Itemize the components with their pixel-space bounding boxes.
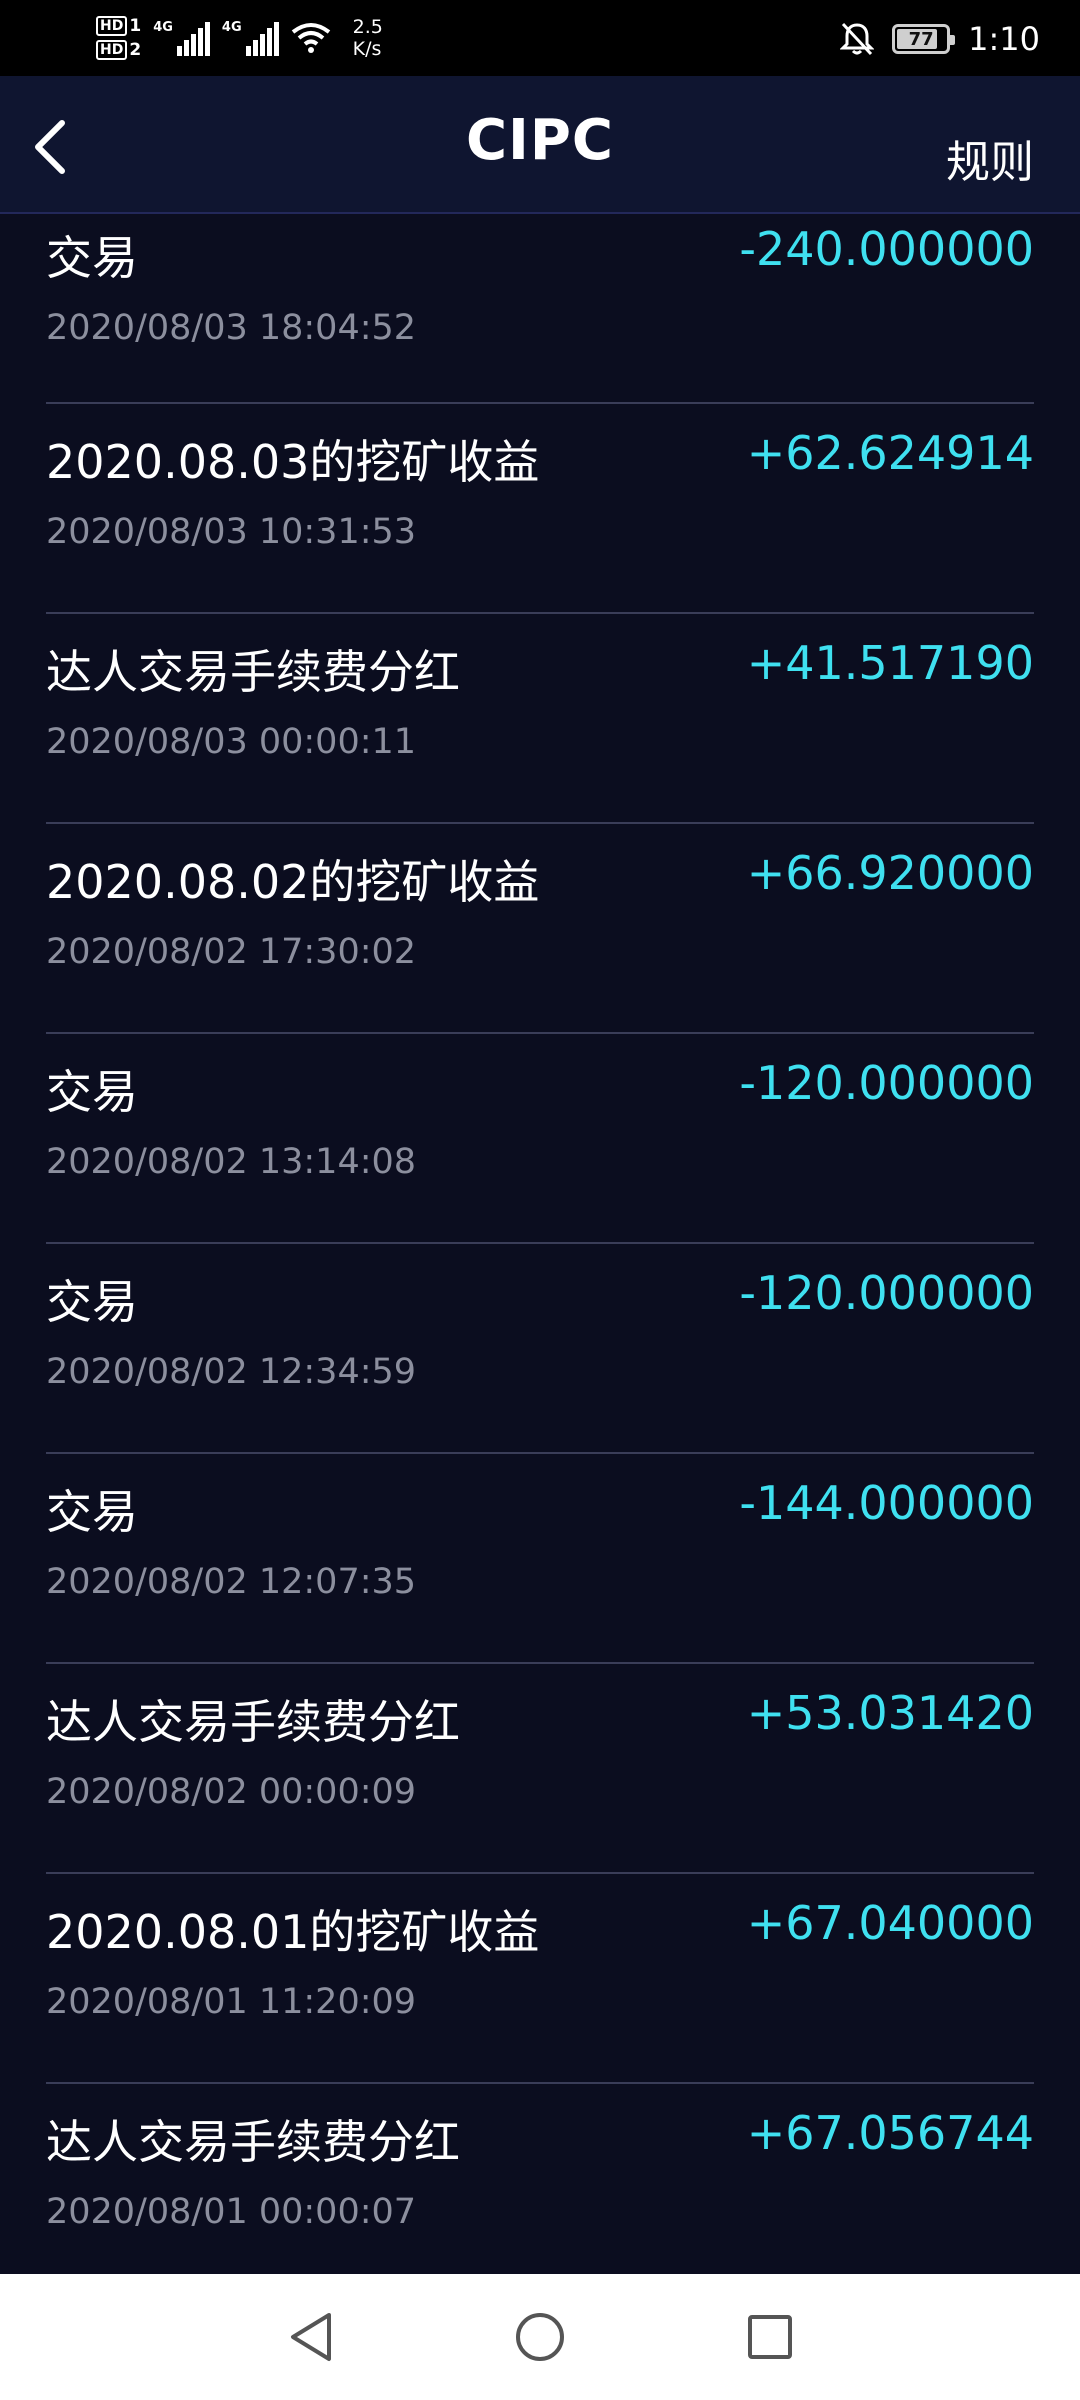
battery-icon: 77 [892,24,956,54]
item-title: 2020.08.03的挖矿收益 [46,435,540,489]
item-time: 2020/08/01 00:00:07 [46,2192,417,2232]
item-time: 2020/08/02 12:07:35 [46,1562,417,1602]
item-time: 2020/08/02 12:34:59 [46,1352,417,1392]
list-item[interactable]: 达人交易手续费分红 +53.031420 2020/08/02 00:00:09 [46,1664,1034,1874]
square-recent-icon [748,2315,792,2359]
item-time: 2020/08/03 18:04:52 [46,308,417,348]
rules-button[interactable]: 规则 [946,126,1034,190]
item-amount: +41.517190 [746,636,1034,690]
list-item[interactable]: 交易 -240.000000 2020/08/03 18:04:52 [46,214,1034,404]
item-amount: +53.031420 [746,1686,1034,1740]
system-nav-bar [0,2274,1080,2400]
item-title: 2020.08.02的挖矿收益 [46,855,540,909]
wifi-icon [291,23,330,53]
item-amount: +67.056744 [746,2106,1034,2160]
list-item[interactable]: 达人交易手续费分红 +67.056744 2020/08/01 00:00:07 [46,2084,1034,2274]
net-speed-value: 2.5 [352,16,383,38]
page-title: CIPC [465,108,615,173]
item-time: 2020/08/02 13:14:08 [46,1142,417,1182]
battery-level: 77 [908,28,934,50]
item-title: 2020.08.01的挖矿收益 [46,1905,540,1959]
signal2-label: 4G [221,20,242,35]
status-left: HD 1 HD 2 4G 4G 2.5 K/s [96,10,383,66]
circle-home-icon [516,2313,564,2361]
hd-indicators: HD 1 HD 2 [96,16,141,60]
item-title: 交易 [46,231,138,285]
net-speed: 2.5 K/s [353,16,383,60]
list-item[interactable]: 2020.08.01的挖矿收益 +67.040000 2020/08/01 11… [46,1874,1034,2084]
signal2-icon: 4G [222,20,279,56]
hd2-sub: 2 [129,40,142,60]
item-time: 2020/08/03 00:00:11 [46,722,417,762]
item-amount: +62.624914 [746,426,1034,480]
list-item[interactable]: 达人交易手续费分红 +41.517190 2020/08/03 00:00:11 [46,614,1034,824]
item-time: 2020/08/02 00:00:09 [46,1772,417,1812]
signal1-label: 4G [153,20,173,35]
item-title: 达人交易手续费分红 [46,645,460,699]
item-title: 交易 [46,1485,138,1539]
item-amount: +66.920000 [746,846,1034,900]
net-speed-unit: K/s [352,38,382,60]
item-amount: -240.000000 [739,222,1034,276]
transaction-list[interactable]: 交易 -240.000000 2020/08/03 18:04:52 2020.… [0,214,1080,2274]
hd2-label: HD [96,40,128,60]
item-title: 交易 [46,1275,138,1329]
list-item[interactable]: 2020.08.02的挖矿收益 +66.920000 2020/08/02 17… [46,824,1034,1034]
status-bar: HD 1 HD 2 4G 4G 2.5 K/s 77 1:10 [0,0,1080,76]
triangle-back-icon [291,2313,331,2361]
item-amount: -120.000000 [739,1266,1034,1320]
list-item[interactable]: 交易 -120.000000 2020/08/02 13:14:08 [46,1034,1034,1244]
hd1-indicator: HD 1 [96,16,141,36]
bell-off-icon [840,22,875,56]
nav-back-button[interactable] [270,2297,350,2377]
clock: 1:10 [968,20,1040,58]
item-title: 交易 [46,1065,138,1119]
list-item[interactable]: 交易 -144.000000 2020/08/02 12:07:35 [46,1454,1034,1664]
list-item[interactable]: 2020.08.03的挖矿收益 +62.624914 2020/08/03 10… [46,404,1034,614]
status-right: 77 1:10 [840,14,1040,64]
item-amount: -144.000000 [739,1476,1034,1530]
item-amount: +67.040000 [746,1896,1034,1950]
signal1-icon: 4G [153,20,210,56]
hd1-sub: 1 [129,16,142,36]
item-time: 2020/08/03 10:31:53 [46,512,417,552]
app-header: CIPC 规则 [0,76,1080,214]
nav-recent-button[interactable] [730,2297,810,2377]
item-title: 达人交易手续费分红 [46,1695,460,1749]
hd1-label: HD [96,16,128,36]
hd2-indicator: HD 2 [96,40,141,60]
item-time: 2020/08/01 11:20:09 [46,1982,417,2022]
item-title: 达人交易手续费分红 [46,2115,460,2169]
nav-home-button[interactable] [500,2297,580,2377]
item-amount: -120.000000 [739,1056,1034,1110]
list-item[interactable]: 交易 -120.000000 2020/08/02 12:34:59 [46,1244,1034,1454]
item-time: 2020/08/02 17:30:02 [46,932,417,972]
